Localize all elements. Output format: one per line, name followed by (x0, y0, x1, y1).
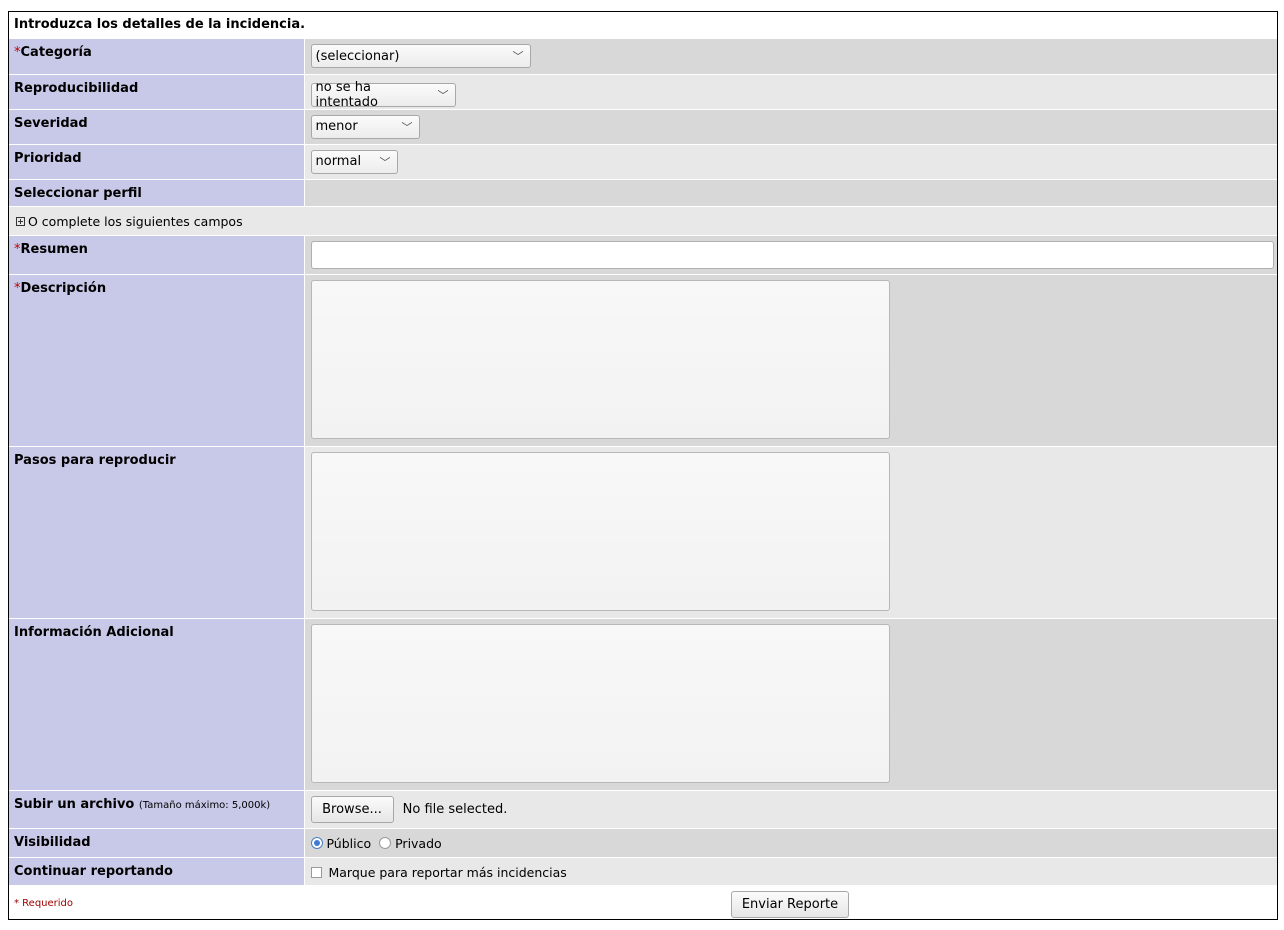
steps-label: Pasos para reproducir (9, 446, 304, 619)
upload-status: No file selected. (402, 801, 508, 817)
chevron-down-icon: ﹀ (512, 50, 524, 63)
form-title: Introduzca los detalles de la incidencia… (14, 17, 306, 32)
form-table: Introduzca los detalles de la incidencia… (9, 12, 1277, 921)
chevron-down-icon: ﹀ (401, 120, 413, 134)
description-label: *Descripción (9, 274, 304, 447)
continue-checkbox-label: Marque para reportar más incidencias (328, 864, 567, 880)
severity-select[interactable]: menor ﹀ (310, 114, 420, 139)
additional-info-textarea[interactable] (310, 623, 890, 783)
upload-label: Subir un archivo (Tamaño máximo: 5,000k) (9, 790, 304, 829)
private-label: Privado (395, 835, 442, 851)
category-select[interactable]: (seleccionar) ﹀ (310, 44, 531, 68)
continue-checkbox[interactable] (310, 866, 322, 878)
optional-fields-toggle[interactable]: O complete los siguientes campos (9, 206, 1277, 236)
priority-label: Prioridad (9, 144, 304, 180)
chevron-down-icon: ﹀ (437, 88, 449, 102)
visibility-label: Visibilidad (9, 828, 304, 858)
profile-label: Seleccionar perfil (9, 179, 304, 207)
report-form: Introduzca los detalles de la incidencia… (8, 11, 1278, 920)
private-radio[interactable] (379, 836, 392, 849)
public-radio[interactable] (310, 836, 323, 849)
required-note: * Requerido (14, 897, 74, 909)
browse-button[interactable]: Browse... (310, 795, 394, 823)
reproducibility-label: Reproducibilidad (9, 74, 304, 110)
expand-icon (16, 216, 25, 226)
description-textarea[interactable] (310, 279, 890, 439)
summary-input[interactable] (310, 240, 1274, 269)
summary-label: *Resumen (9, 235, 304, 275)
submit-report-button[interactable]: Enviar Reporte (731, 890, 849, 918)
category-label: *Categoría (9, 39, 304, 75)
steps-textarea[interactable] (310, 451, 890, 611)
chevron-down-icon: ﹀ (379, 155, 391, 169)
priority-select[interactable]: normal ﹀ (310, 149, 398, 174)
additional-info-label: Información Adicional (9, 618, 304, 791)
profile-field (303, 179, 1277, 207)
continue-label: Continuar reportando (9, 857, 304, 886)
severity-label: Severidad (9, 109, 304, 145)
reproducibility-select[interactable]: no se ha intentado ﹀ (310, 80, 456, 110)
upload-max-size: (Tamaño máximo: 5,000k) (138, 799, 271, 811)
public-label: Público (326, 835, 372, 851)
